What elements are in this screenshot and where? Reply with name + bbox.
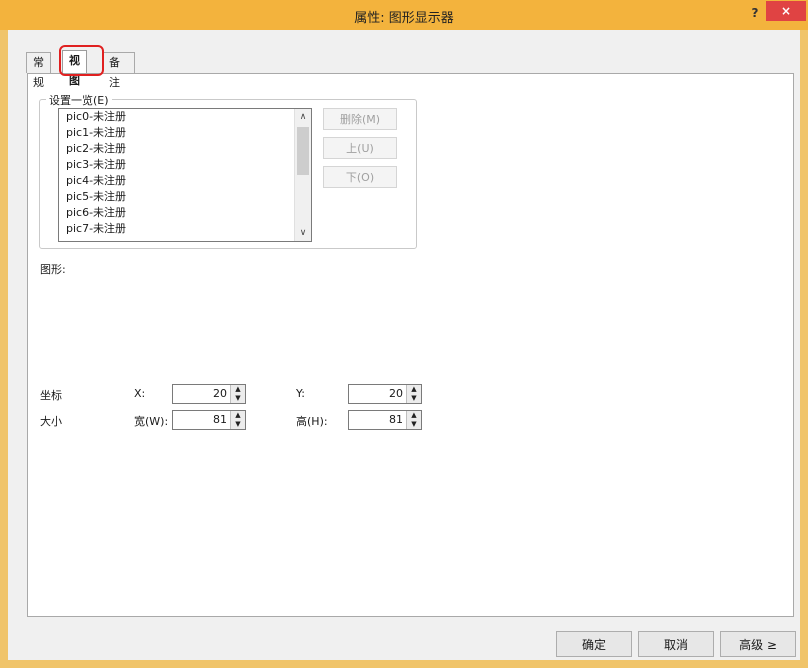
dialog-window: 属性: 图形显示器 ? × 常规 视图 备注 设置一览(E) pic0-未注册 …: [0, 0, 808, 668]
x-value[interactable]: 20: [213, 385, 227, 403]
move-up-button[interactable]: 上(U): [323, 137, 397, 159]
list-item[interactable]: pic1-未注册: [66, 125, 126, 140]
width-value[interactable]: 81: [213, 411, 227, 429]
move-down-button[interactable]: 下(O): [323, 166, 397, 188]
advanced-button[interactable]: 高级 ≥: [720, 631, 796, 657]
help-button[interactable]: ?: [748, 6, 762, 20]
width-spin-buttons: ▲ ▼: [230, 411, 245, 429]
tab-general[interactable]: 常规: [26, 52, 51, 89]
list-item[interactable]: pic4-未注册: [66, 173, 126, 188]
cancel-button[interactable]: 取消: [638, 631, 714, 657]
tab-highlight-callout: [59, 45, 104, 76]
spin-down-icon[interactable]: ▼: [231, 394, 245, 403]
height-spin-buttons: ▲ ▼: [406, 411, 421, 429]
width-spinbox[interactable]: 81 ▲ ▼: [172, 410, 246, 430]
settings-list-title: 设置一览(E): [46, 92, 112, 108]
tab-notes[interactable]: 备注: [102, 52, 135, 89]
y-spin-buttons: ▲ ▼: [406, 385, 421, 403]
scroll-down-arrow-icon[interactable]: ∨: [295, 225, 311, 241]
x-spin-buttons: ▲ ▼: [230, 385, 245, 403]
y-label: Y:: [296, 387, 305, 400]
list-item[interactable]: pic0-未注册: [66, 109, 126, 124]
scroll-up-arrow-icon[interactable]: ∧: [295, 109, 311, 125]
y-spinbox[interactable]: 20 ▲ ▼: [348, 384, 422, 404]
height-spinbox[interactable]: 81 ▲ ▼: [348, 410, 422, 430]
size-label: 大小: [40, 415, 62, 428]
list-item[interactable]: pic2-未注册: [66, 141, 126, 156]
list-scrollbar[interactable]: ∧ ∨: [294, 109, 311, 241]
list-item[interactable]: pic5-未注册: [66, 189, 126, 204]
spin-down-icon[interactable]: ▼: [231, 420, 245, 429]
spin-down-icon[interactable]: ▼: [407, 420, 421, 429]
width-label: 宽(W):: [134, 415, 169, 428]
list-item[interactable]: pic3-未注册: [66, 157, 126, 172]
window-title: 属性: 图形显示器: [354, 11, 454, 26]
coords-label: 坐标: [40, 389, 62, 402]
y-value[interactable]: 20: [389, 385, 403, 403]
x-label: X:: [134, 387, 146, 400]
list-item[interactable]: pic7-未注册: [66, 221, 126, 236]
graphic-label: 图形:: [40, 263, 66, 276]
close-button[interactable]: ×: [766, 1, 806, 21]
list-item[interactable]: pic6-未注册: [66, 205, 126, 220]
settings-listbox[interactable]: pic0-未注册 pic1-未注册 pic2-未注册 pic3-未注册 pic4…: [58, 108, 312, 242]
height-value[interactable]: 81: [389, 411, 403, 429]
scroll-thumb[interactable]: [297, 127, 309, 175]
delete-button[interactable]: 删除(M): [323, 108, 397, 130]
spin-down-icon[interactable]: ▼: [407, 394, 421, 403]
ok-button[interactable]: 确定: [556, 631, 632, 657]
x-spinbox[interactable]: 20 ▲ ▼: [172, 384, 246, 404]
height-label: 高(H):: [296, 415, 328, 428]
title-bar[interactable]: 属性: 图形显示器 ? ×: [0, 0, 808, 30]
